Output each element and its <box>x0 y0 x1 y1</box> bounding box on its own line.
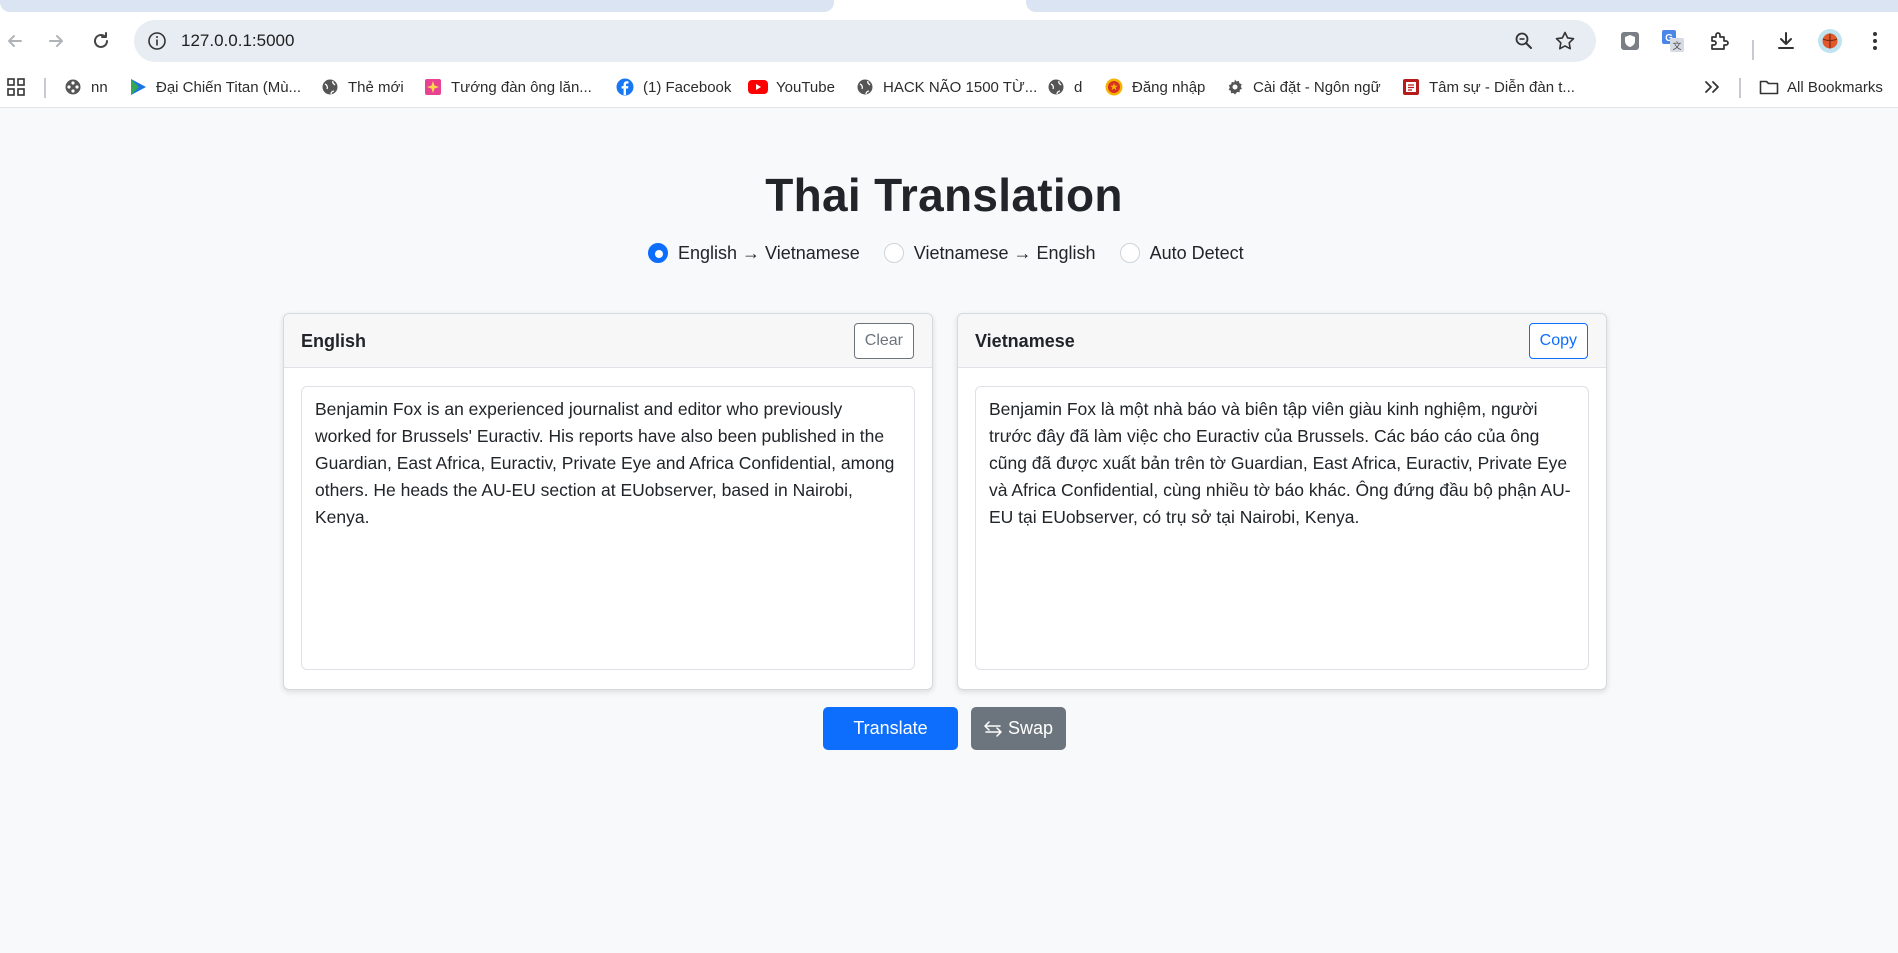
browser-toolbar: 127.0.0.1:5000 G文 <box>0 14 1898 68</box>
radio-auto-detect[interactable]: Auto Detect <box>1119 242 1244 264</box>
swap-button[interactable]: Swap <box>971 707 1066 750</box>
address-bar[interactable]: 127.0.0.1:5000 <box>134 20 1596 62</box>
bookmark-label: Tâm sự - Diễn đàn t... <box>1429 78 1575 96</box>
bookmark-label: (1) Facebook <box>643 78 732 96</box>
url-text[interactable]: 127.0.0.1:5000 <box>181 20 294 62</box>
bookmark-label: Đại Chiến Titan (Mù... <box>156 78 302 96</box>
source-language-label: English <box>301 331 367 351</box>
folder-icon <box>1759 77 1779 97</box>
tab-right[interactable] <box>1026 0 1898 12</box>
swap-label: Swap <box>1007 718 1054 738</box>
clear-button[interactable]: Clear <box>853 323 914 359</box>
bookmark-item[interactable]: Tâm sự - Diễn đàn t... <box>1401 68 1575 106</box>
double-chevron-right-icon <box>1702 77 1722 97</box>
puzzle-extensions-icon[interactable] <box>1706 28 1732 54</box>
svg-text:文: 文 <box>1672 40 1681 51</box>
reload-icon[interactable] <box>86 26 116 56</box>
shield-extension-icon[interactable] <box>1617 28 1643 54</box>
all-bookmarks-button[interactable]: All Bookmarks <box>1759 68 1883 106</box>
bookmark-item[interactable]: YouTube <box>748 68 835 106</box>
zoom-icon[interactable] <box>1514 31 1534 51</box>
bookmark-label: YouTube <box>776 78 835 96</box>
radio-label: Auto Detect <box>1149 242 1244 263</box>
site-info-icon[interactable] <box>147 31 167 51</box>
facebook-icon <box>615 77 635 97</box>
translate-label: Translate <box>853 718 928 738</box>
all-bookmarks-label: All Bookmarks <box>1787 78 1883 96</box>
bookmark-label: d <box>1074 78 1083 96</box>
apps-grid-icon <box>6 77 26 97</box>
browser-menu-icon[interactable] <box>1862 28 1888 54</box>
bookmarks-bar: nn Đại Chiến Titan (Mù... Thẻ mới Tướng … <box>0 68 1898 108</box>
back-arrow-icon[interactable] <box>0 26 30 56</box>
bookmarks-divider <box>1739 78 1741 98</box>
page-title: Thai Translation <box>765 169 1123 221</box>
direction-radio-group: English → Vietnamese Vietnamese → Englis… <box>648 240 1268 266</box>
globe-icon <box>1046 77 1066 97</box>
radio-label: Vietnamese → English <box>913 242 1096 263</box>
bookmarks-divider <box>44 78 46 98</box>
target-output[interactable]: Benjamin Fox là một nhà báo và biên tập … <box>975 386 1589 670</box>
toolbar-divider <box>1752 40 1754 60</box>
bookmark-label: Đăng nhập <box>1132 78 1206 96</box>
target-language-label: Vietnamese <box>975 331 1075 351</box>
tab-left[interactable] <box>0 0 834 12</box>
radio-label: English → Vietnamese <box>678 242 860 263</box>
bookmark-label: Cài đặt - Ngôn ngữ <box>1253 78 1381 96</box>
radio-unselected-icon[interactable] <box>883 243 904 263</box>
gear-icon <box>1225 77 1245 97</box>
translate-button[interactable]: Translate <box>823 707 958 750</box>
more-bookmarks-button[interactable] <box>1702 68 1730 106</box>
bookmark-item[interactable]: HACK NÃO 1500 TỪ... <box>855 68 1037 106</box>
globe-icon <box>855 77 875 97</box>
radio-selected-icon[interactable] <box>648 243 668 263</box>
source-card: English Clear Benjamin Fox is an experie… <box>283 313 933 690</box>
tab-strip <box>0 0 1898 14</box>
copy-button[interactable]: Copy <box>1528 323 1588 359</box>
target-card: Vietnamese Copy Benjamin Fox là một nhà … <box>957 313 1607 690</box>
emblem-icon <box>1104 77 1124 97</box>
film-reel-icon <box>63 77 83 97</box>
source-card-header: English Clear <box>284 314 932 368</box>
bookmark-star-icon[interactable] <box>1554 30 1576 52</box>
radio-vi-en[interactable]: Vietnamese → English <box>883 242 1096 264</box>
swap-arrows-icon <box>984 720 1002 737</box>
bookmark-item[interactable]: Đại Chiến Titan (Mù... <box>128 68 301 106</box>
play-triangle-icon <box>128 77 148 97</box>
bookmark-label: Tướng đàn ông lăn... <box>451 78 592 96</box>
bookmark-item[interactable]: (1) Facebook <box>615 68 731 106</box>
bookmark-label: nn <box>91 78 108 96</box>
bookmark-item[interactable]: Thẻ mới <box>320 68 404 106</box>
forum-icon <box>1401 77 1421 97</box>
radio-unselected-icon[interactable] <box>1119 243 1140 263</box>
source-textarea[interactable]: Benjamin Fox is an experienced journalis… <box>301 386 915 670</box>
target-card-header: Vietnamese Copy <box>958 314 1606 368</box>
globe-icon <box>320 77 340 97</box>
sparkle-image-icon <box>423 77 443 97</box>
bookmark-label: Thẻ mới <box>348 78 404 96</box>
youtube-icon <box>748 77 768 97</box>
bookmark-label: HACK NÃO 1500 TỪ... <box>883 78 1038 96</box>
bookmark-item[interactable]: Cài đặt - Ngôn ngữ <box>1225 68 1381 106</box>
bookmark-item[interactable]: d <box>1046 68 1082 106</box>
profile-avatar-icon[interactable] <box>1817 28 1843 54</box>
translate-extension-icon[interactable]: G文 <box>1660 28 1686 54</box>
download-icon[interactable] <box>1773 28 1799 54</box>
bookmark-item[interactable]: Đăng nhập <box>1104 68 1205 106</box>
bookmark-item[interactable]: nn <box>63 68 108 106</box>
apps-grid-button[interactable] <box>6 68 34 106</box>
bookmark-item[interactable]: Tướng đàn ông lăn... <box>423 68 592 106</box>
radio-en-vi[interactable]: English → Vietnamese <box>648 243 860 264</box>
forward-arrow-icon[interactable] <box>41 26 71 56</box>
